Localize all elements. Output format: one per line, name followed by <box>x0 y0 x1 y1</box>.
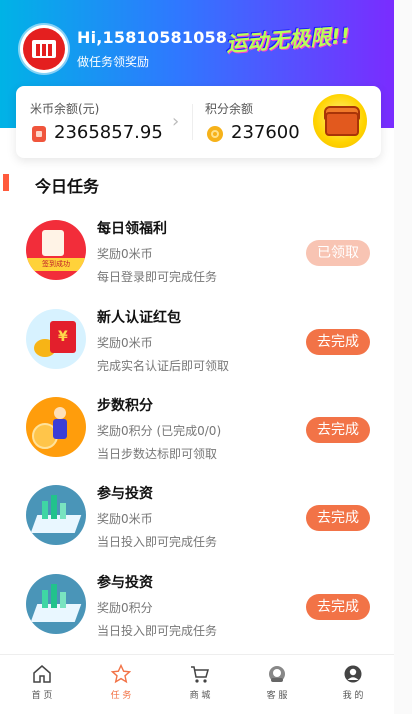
nav-home[interactable]: 首 页 <box>12 655 72 715</box>
greeting: Hi,15810581058 <box>77 28 228 47</box>
nav-support-label: 客 服 <box>266 691 288 701</box>
task-desc: 完成实名认证后即可领取 <box>97 359 230 373</box>
nav-profile[interactable]: 我 的 <box>323 655 383 715</box>
task-title: 新人认证红包 <box>97 310 181 326</box>
task-desc: 当日投入即可完成任务 <box>97 535 218 549</box>
nav-shop-label: 商 城 <box>189 691 211 701</box>
scrollbar-track <box>394 0 412 714</box>
star-icon <box>111 664 131 684</box>
points-balance-value: 237600 <box>231 122 300 143</box>
support-icon <box>269 666 285 682</box>
points-icon <box>207 126 223 142</box>
nav-shop[interactable]: 商 城 <box>170 655 230 715</box>
task-desc: 每日登录即可完成任务 <box>97 270 218 284</box>
subtitle: 做任务领奖励 <box>77 55 150 69</box>
section-title: 今日任务 <box>35 177 100 196</box>
coin-balance-value: 2365857.95 <box>54 122 163 143</box>
cart-icon <box>191 666 209 683</box>
task-title: 步数积分 <box>97 398 153 414</box>
task-title: 每日领福利 <box>97 221 167 237</box>
avatar[interactable] <box>20 25 68 73</box>
task-desc: 当日步数达标即可领取 <box>97 447 218 461</box>
investment-icon <box>26 485 86 545</box>
task-reward: 奖励0米币 <box>97 336 153 350</box>
section-accent <box>3 174 9 191</box>
task-reward: 奖励0米币 <box>97 247 153 261</box>
slogan: 运动无极限!! <box>225 23 351 57</box>
logo-icon <box>23 28 65 70</box>
task-item: 步数积分 奖励0积分 (已完成0/0) 当日步数达标即可领取 去完成 <box>0 397 394 485</box>
home-icon <box>33 665 51 683</box>
treasure-chest-icon[interactable] <box>313 94 367 148</box>
nav-support[interactable]: 客 服 <box>247 655 307 715</box>
investment-icon <box>26 574 86 634</box>
divider <box>192 104 193 140</box>
balance-card[interactable]: 米币余额(元) 2365857.95 › 积分余额 237600 <box>16 86 381 158</box>
task-title: 参与投资 <box>97 575 153 591</box>
nav-tasks[interactable]: 任 务 <box>91 655 151 715</box>
points-balance-label: 积分余额 <box>205 102 254 116</box>
task-desc: 当日投入即可完成任务 <box>97 624 218 638</box>
task-button[interactable]: 已领取 <box>306 240 370 266</box>
task-item: 签到成功 每日领福利 奖励0米币 每日登录即可完成任务 已领取 <box>0 220 394 308</box>
bottom-nav: 首 页 任 务 商 城 客 服 我 的 <box>0 654 394 715</box>
task-reward: 奖励0积分 (已完成0/0) <box>97 424 222 438</box>
chevron-right-icon[interactable]: › <box>172 111 179 132</box>
task-item: 参与投资 奖励0积分 当日投入即可完成任务 去完成 <box>0 574 394 662</box>
sign-in-icon: 签到成功 <box>26 220 86 280</box>
coin-icon <box>32 126 46 142</box>
nav-tasks-label: 任 务 <box>110 691 132 701</box>
nav-profile-label: 我 的 <box>342 691 364 701</box>
task-title: 参与投资 <box>97 486 153 502</box>
task-reward: 奖励0积分 <box>97 601 153 615</box>
red-envelope-icon <box>26 309 86 369</box>
task-button[interactable]: 去完成 <box>306 329 370 355</box>
task-reward: 奖励0米币 <box>97 512 153 526</box>
task-button[interactable]: 去完成 <box>306 594 370 620</box>
task-button[interactable]: 去完成 <box>306 417 370 443</box>
sign-in-badge: 签到成功 <box>42 260 70 268</box>
coin-balance-label: 米币余额(元) <box>30 102 100 116</box>
runner-icon <box>26 397 86 457</box>
user-icon <box>344 665 362 683</box>
task-button[interactable]: 去完成 <box>306 505 370 531</box>
task-item: 参与投资 奖励0米币 当日投入即可完成任务 去完成 <box>0 485 394 573</box>
nav-home-label: 首 页 <box>31 691 53 701</box>
task-item: 新人认证红包 奖励0米币 完成实名认证后即可领取 去完成 <box>0 309 394 397</box>
